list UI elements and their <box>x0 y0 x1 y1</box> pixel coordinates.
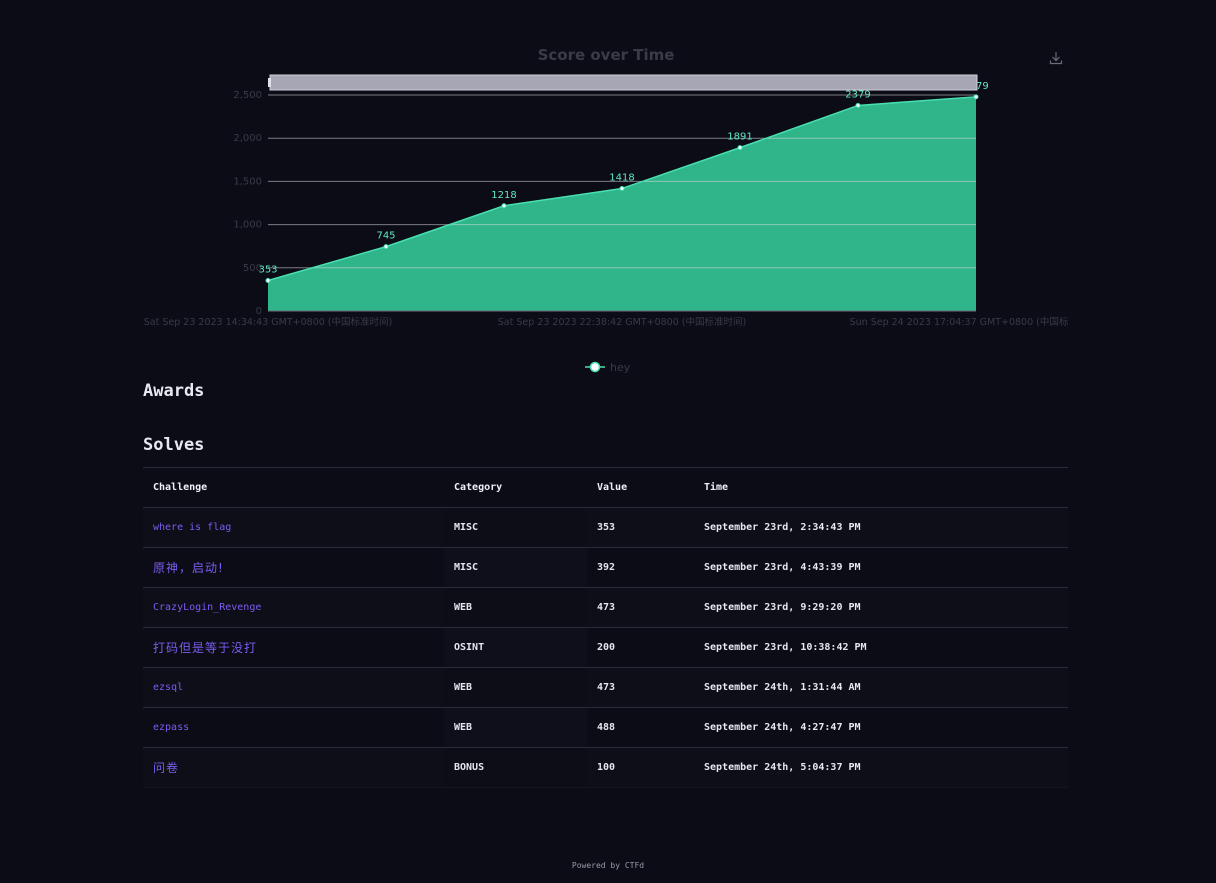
value-cell: 200 <box>587 627 694 668</box>
time-cell: September 24th, 1:31:44 AM <box>694 667 1068 708</box>
y-tick-label: 2,500 <box>233 90 262 101</box>
table-row: 问卷 BONUS 100 September 24th, 5:04:37 PM <box>143 747 1068 788</box>
table-row: CrazyLogin_Revenge WEB 473 September 23r… <box>143 587 1068 628</box>
y-tick-label: 1,000 <box>233 220 262 231</box>
challenge-cell: 原神，启动! <box>143 547 444 588</box>
challenge-cell: 问卷 <box>143 747 444 788</box>
y-tick-label: 2,000 <box>233 133 262 144</box>
x-tick-label: Sat Sep 23 2023 14:34:43 GMT+0800 (中国标准时… <box>144 316 392 328</box>
data-label: 1891 <box>727 132 752 143</box>
x-tick-label: Sun Sep 24 2023 17:04:37 GMT+0800 (中国标 <box>850 316 1069 328</box>
data-point <box>501 203 507 209</box>
download-icon[interactable] <box>1048 50 1064 66</box>
data-point <box>855 102 861 108</box>
value-cell: 392 <box>587 547 694 588</box>
challenge-link[interactable]: ezsql <box>153 682 183 693</box>
category-cell: BONUS <box>444 747 587 788</box>
time-cell: September 24th, 5:04:37 PM <box>694 747 1068 788</box>
challenge-cell: ezpass <box>143 707 444 748</box>
solves-heading: Solves <box>143 435 205 455</box>
time-cell: September 23rd, 9:29:20 PM <box>694 587 1068 628</box>
time-cell: September 23rd, 10:38:42 PM <box>694 627 1068 668</box>
challenge-cell: CrazyLogin_Revenge <box>143 587 444 628</box>
challenge-cell: where is flag <box>143 507 444 548</box>
page: Score over Time 0 500 1,000 1,500 2,000 2,500 3… <box>0 0 1216 883</box>
zoom-slider-handle <box>268 78 271 87</box>
table-row: ezpass WEB 488 September 24th, 4:27:47 P… <box>143 707 1068 748</box>
score-chart: Score over Time05001,0001,5002,0002,5003… <box>144 46 1069 374</box>
solves-table: Challenge Category Value Time where is f… <box>143 467 1068 788</box>
data-label: 2379 <box>845 89 870 100</box>
value-cell: 488 <box>587 707 694 748</box>
category-cell: WEB <box>444 667 587 708</box>
header-value: Value <box>587 467 694 508</box>
series-area <box>268 96 976 312</box>
x-tick-label: Sat Sep 23 2023 22:38:42 GMT+0800 (中国标准时… <box>498 316 746 328</box>
header-category: Category <box>444 467 587 508</box>
data-label: 1418 <box>609 172 634 183</box>
time-cell: September 23rd, 2:34:43 PM <box>694 507 1068 548</box>
value-cell: 473 <box>587 587 694 628</box>
challenge-link[interactable]: 问卷 <box>153 761 179 775</box>
footer-powered-by: Powered by CTFd <box>571 861 645 870</box>
header-time: Time <box>694 467 1068 508</box>
challenge-cell: 打码但是等于没打 <box>143 627 444 668</box>
chart-title: Score over Time <box>538 46 675 64</box>
table-header-row: Challenge Category Value Time <box>143 467 1068 508</box>
challenge-cell: ezsql <box>143 667 444 708</box>
legend-marker <box>589 361 601 373</box>
category-cell: OSINT <box>444 627 587 668</box>
data-point <box>737 145 743 151</box>
data-label: 1218 <box>491 190 516 201</box>
time-cell: September 23rd, 4:43:39 PM <box>694 547 1068 588</box>
challenge-link[interactable]: ezpass <box>153 722 189 733</box>
table-row: 打码但是等于没打 OSINT 200 September 23rd, 10:38… <box>143 627 1068 668</box>
table-row: 原神，启动! MISC 392 September 23rd, 4:43:39 … <box>143 547 1068 588</box>
time-cell: September 24th, 4:27:47 PM <box>694 707 1068 748</box>
data-point <box>619 185 625 191</box>
challenge-link[interactable]: CrazyLogin_Revenge <box>153 602 261 613</box>
value-cell: 100 <box>587 747 694 788</box>
zoom-slider <box>269 74 978 91</box>
challenge-link[interactable]: 打码但是等于没打 <box>153 641 257 655</box>
data-label: 745 <box>376 231 395 242</box>
legend-label: hey <box>610 361 631 374</box>
value-cell: 353 <box>587 507 694 548</box>
challenge-link[interactable]: where is flag <box>153 522 231 533</box>
challenge-link[interactable]: 原神，启动! <box>153 561 224 575</box>
category-cell: WEB <box>444 707 587 748</box>
awards-heading: Awards <box>143 381 205 401</box>
header-challenge: Challenge <box>143 467 444 508</box>
y-tick-label: 1,500 <box>233 176 262 187</box>
category-cell: MISC <box>444 547 587 588</box>
category-cell: WEB <box>444 587 587 628</box>
table-row: ezsql WEB 473 September 24th, 1:31:44 AM <box>143 667 1068 708</box>
table-row: where is flag MISC 353 September 23rd, 2… <box>143 507 1068 548</box>
data-point <box>383 244 389 250</box>
data-point <box>973 94 979 100</box>
data-label: 353 <box>258 265 277 276</box>
category-cell: MISC <box>444 507 587 548</box>
data-point <box>265 278 271 284</box>
y-tick-label: 0 <box>256 306 262 317</box>
value-cell: 473 <box>587 667 694 708</box>
